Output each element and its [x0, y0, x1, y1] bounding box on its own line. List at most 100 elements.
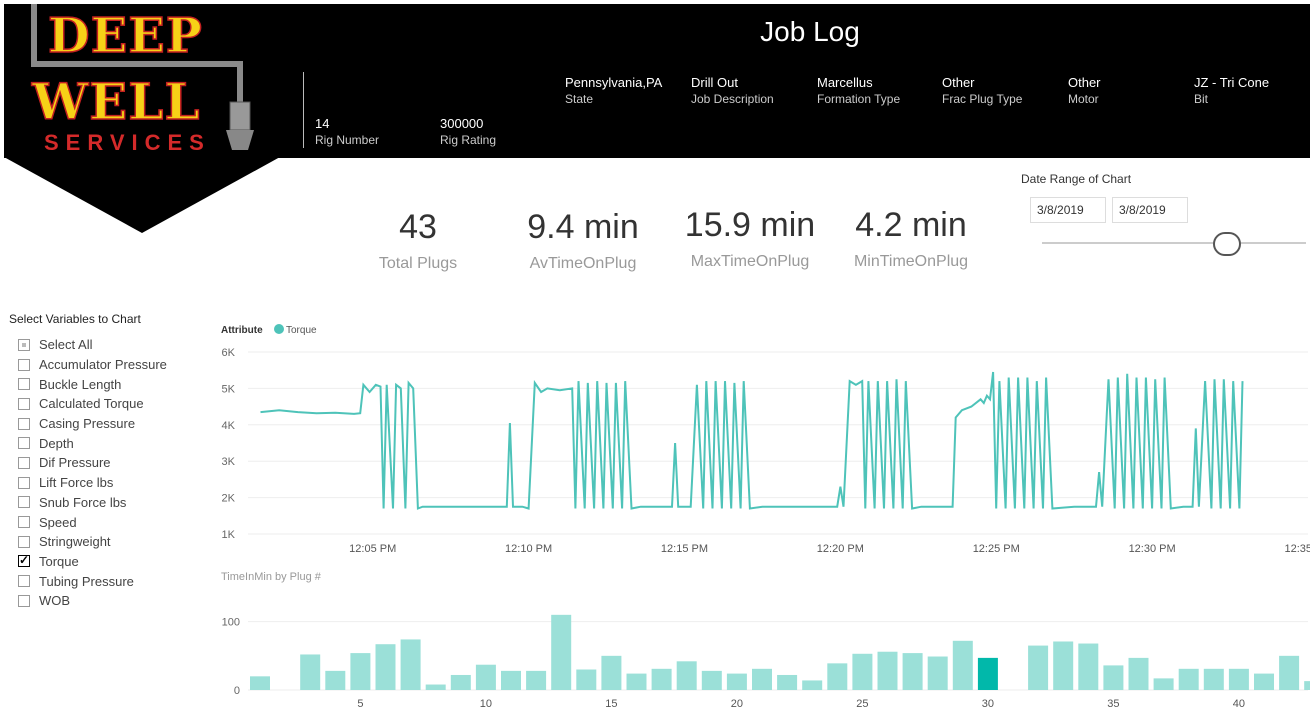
bar-plug-35 — [1103, 665, 1124, 690]
bar-plug-40 — [1228, 668, 1249, 690]
y-tick-label: 0 — [234, 685, 240, 697]
y-tick-label: 2K — [222, 493, 236, 505]
slicer-item-label: Stringweight — [39, 534, 111, 550]
job-description-value: Drill Out — [691, 75, 738, 90]
slicer-item-buckle-length[interactable]: Buckle Length — [18, 374, 167, 394]
state-value: Pennsylvania,PA — [565, 75, 663, 90]
bar-plug-36 — [1128, 657, 1149, 690]
checkbox[interactable] — [18, 496, 30, 509]
checkbox[interactable] — [18, 575, 30, 588]
bar-plug-9 — [450, 674, 471, 690]
logo-well-text: WELL — [31, 71, 201, 132]
slicer-item-casing-pressure[interactable]: Casing Pressure — [18, 414, 167, 434]
bar-plug-42 — [1279, 655, 1300, 690]
variable-slicer-list: Select All Accumulator Pressure Buckle Len… — [18, 335, 167, 611]
checkbox[interactable] — [18, 476, 30, 489]
rig-number-card: 14 Rig Number — [315, 116, 379, 147]
bar-plug-27 — [902, 653, 923, 690]
bar-plug-28 — [927, 656, 948, 690]
checkbox[interactable] — [18, 417, 30, 430]
state-card: Pennsylvania,PA State — [565, 75, 662, 106]
slicer-item-select-all[interactable]: Select All — [18, 335, 167, 355]
checkbox[interactable] — [18, 378, 30, 391]
checkbox[interactable] — [18, 535, 30, 548]
checkbox[interactable] — [18, 397, 30, 410]
bar-plug-30 — [977, 657, 998, 690]
date-end-input[interactable]: 3/8/2019 — [1112, 197, 1188, 223]
slicer-item-speed[interactable]: Speed — [18, 512, 167, 532]
slicer-item-dif-pressure[interactable]: Dif Pressure — [18, 453, 167, 473]
slicer-item-wob[interactable]: WOB — [18, 591, 167, 611]
state-label: State — [565, 92, 594, 106]
bar-plug-34 — [1078, 643, 1099, 690]
bar-plug-14 — [576, 669, 597, 690]
formation-type-card: Marcellus Formation Type — [817, 75, 900, 106]
date-slider-handle[interactable] — [1212, 232, 1241, 256]
slicer-item-tubing-pressure[interactable]: Tubing Pressure — [18, 571, 167, 591]
bar-plug-32 — [1028, 645, 1049, 690]
bar-plug-23 — [802, 680, 823, 690]
bar-plug-7 — [400, 639, 421, 690]
formation-type-label: Formation Type — [817, 92, 901, 106]
checkbox[interactable] — [18, 456, 30, 469]
kpi-avg-time-label: AvTimeOnPlug — [529, 255, 637, 272]
job-description-label: Job Description — [691, 92, 774, 106]
kpi-min-time: 4.2 min MinTimeOnPlug — [832, 206, 990, 271]
slicer-item-snub-force-lbs[interactable]: Snub Force lbs — [18, 493, 167, 513]
slicer-item-label: Snub Force lbs — [39, 494, 127, 510]
x-tick-label: 5 — [357, 698, 363, 708]
slicer-item-depth[interactable]: Depth — [18, 433, 167, 453]
motor-value: Other — [1068, 75, 1101, 90]
motor-card: Other Motor — [1068, 75, 1101, 106]
date-start-input[interactable]: 3/8/2019 — [1030, 197, 1106, 223]
bar-plug-25 — [852, 653, 873, 690]
checkbox[interactable] — [18, 338, 30, 351]
slicer-item-label: Lift Force lbs — [39, 475, 114, 491]
y-tick-label: 1K — [222, 529, 236, 541]
slicer-item-lift-force-lbs[interactable]: Lift Force lbs — [18, 473, 167, 493]
x-tick-label: 12:35 PM — [1284, 543, 1310, 555]
kpi-min-time-value: 4.2 min — [855, 206, 967, 244]
kpi-avg-time: 9.4 min AvTimeOnPlug — [502, 208, 664, 273]
slicer-item-label: Tubing Pressure — [39, 573, 134, 589]
x-tick-label: 10 — [480, 698, 492, 708]
bit-card: JZ - Tri Cone Bit — [1194, 75, 1269, 106]
slicer-item-label: Calculated Torque — [39, 396, 144, 412]
slicer-item-calculated-torque[interactable]: Calculated Torque — [18, 394, 167, 414]
torque-line-chart: Attribute Torque 1K 2K 3K 4K 5K 6K 12:05 PM 12:10… — [221, 324, 1310, 555]
rig-number-label: Rig Number — [315, 133, 380, 147]
slicer-item-accumulator-pressure[interactable]: Accumulator Pressure — [18, 355, 167, 375]
job-description-card: Drill Out Job Description — [691, 75, 774, 106]
logo-services-text: SERVICES — [44, 130, 211, 155]
checkbox[interactable] — [18, 594, 30, 607]
kpi-total-plugs-label: Total Plugs — [378, 255, 458, 272]
checkbox[interactable] — [18, 553, 30, 568]
kpi-total-plugs-value: 43 — [399, 208, 437, 246]
x-tick-label: 30 — [982, 698, 994, 708]
bar-plug-1 — [250, 676, 270, 690]
x-tick-label: 40 — [1233, 698, 1245, 708]
checkbox[interactable] — [18, 358, 30, 371]
logo-pennant — [4, 157, 280, 233]
slicer-item-torque[interactable]: Torque — [18, 552, 167, 572]
checkbox[interactable] — [18, 437, 30, 450]
bar-plug-19 — [701, 670, 722, 690]
bar-plug-11 — [501, 670, 521, 690]
bar-plug-43 — [1304, 681, 1310, 690]
x-tick-label: 12:10 PM — [505, 543, 552, 555]
bar-plug-16 — [626, 673, 647, 690]
slicer-item-label: Speed — [39, 514, 77, 530]
bit-value: JZ - Tri Cone — [1194, 75, 1270, 90]
slicer-item-label: Torque — [39, 553, 79, 569]
date-slider-track[interactable] — [1042, 242, 1306, 244]
checkbox[interactable] — [18, 516, 30, 529]
slicer-item-stringweight[interactable]: Stringweight — [18, 532, 167, 552]
bar-plug-13 — [551, 614, 572, 690]
kpi-total-plugs: 43 Total Plugs — [358, 208, 478, 273]
y-tick-label: 4K — [222, 420, 236, 432]
frac-plug-type-label: Frac Plug Type — [942, 92, 1023, 106]
kpi-max-time-label: MaxTimeOnPlug — [690, 253, 810, 270]
slicer-item-label: WOB — [39, 593, 71, 609]
x-tick-label: 25 — [856, 698, 868, 708]
kpi-max-time-value: 15.9 min — [684, 206, 816, 244]
